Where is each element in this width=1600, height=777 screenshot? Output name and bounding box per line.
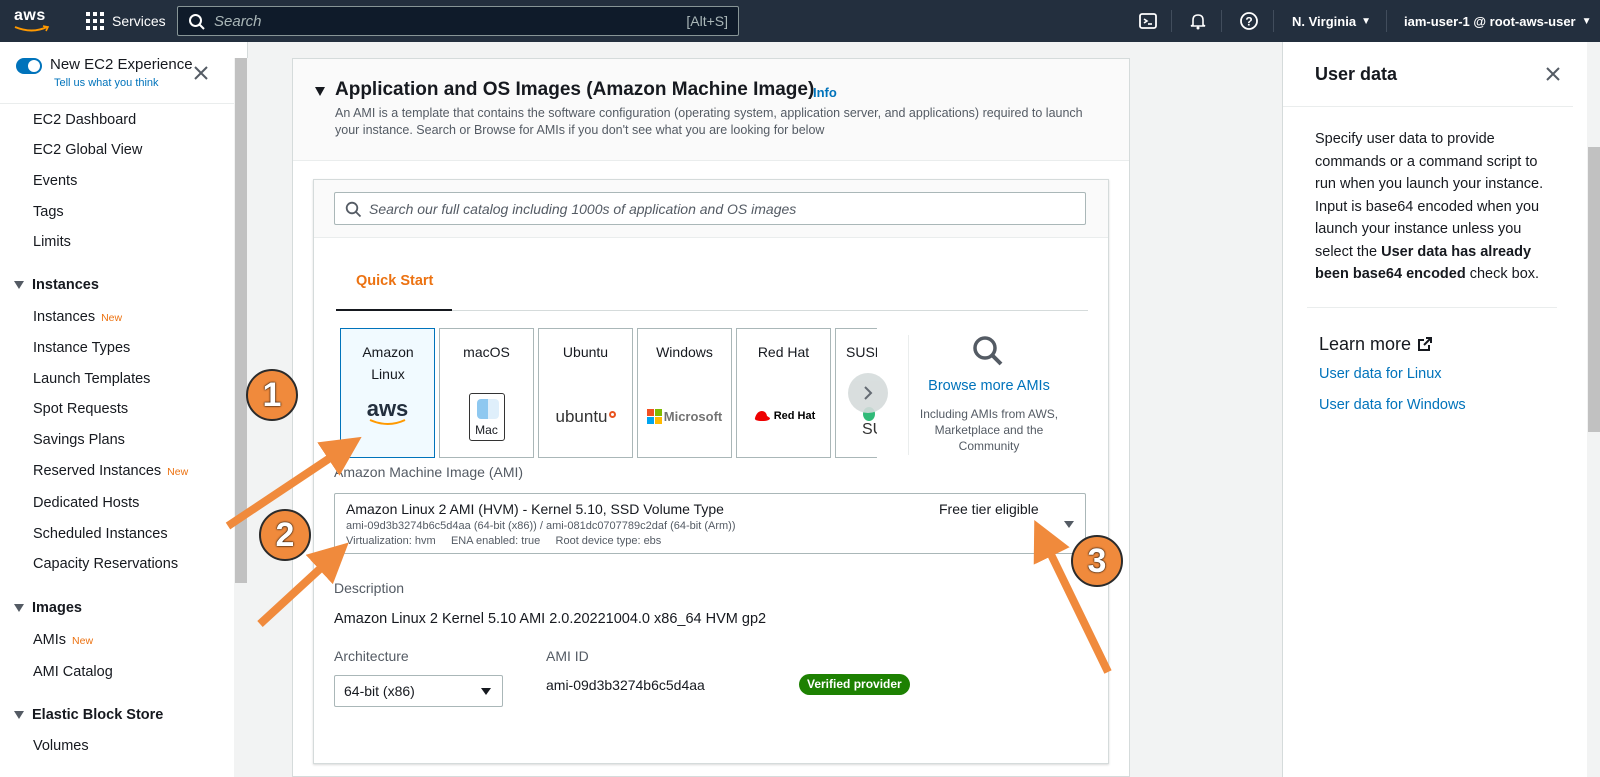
annotation-badge-1: 1 xyxy=(246,369,298,421)
annotation-badge-3: 3 xyxy=(1071,535,1123,587)
annotation-arrows xyxy=(225,436,1112,674)
annotation-arrow-2 xyxy=(257,542,349,627)
annotation-badge-2: 2 xyxy=(259,509,311,561)
